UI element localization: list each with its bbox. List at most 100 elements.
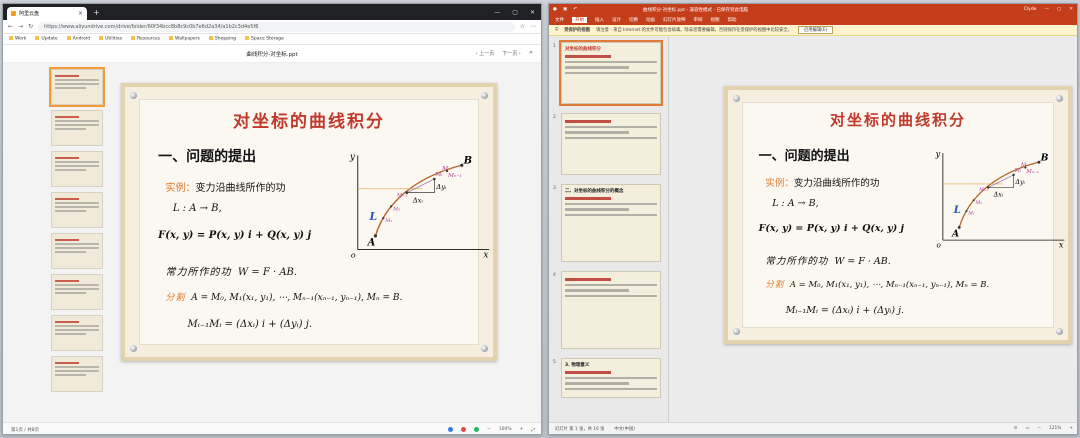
- viewer-status-bar: 第1页 / 共8页 − 100% + ⤢: [3, 422, 541, 434]
- close-window-icon[interactable]: ✕: [1069, 7, 1073, 12]
- thumb-line: [55, 333, 86, 335]
- prev-page-button[interactable]: ‹ 上一页: [476, 50, 495, 57]
- force-formula: F(x, y) = P(x, y) i + Q(x, y) j: [158, 230, 312, 242]
- maximize-icon[interactable]: ▢: [512, 9, 518, 16]
- language-indicator: 中文(中国): [614, 426, 635, 432]
- thumb-heading: 二、对坐标的曲线积分的概念: [565, 189, 624, 194]
- browser-tab[interactable]: 阿里云盘 ×: [7, 7, 87, 20]
- ribbon-tab[interactable]: 动画: [646, 17, 655, 23]
- thumb-heading: 3. 物理意义: [565, 363, 590, 368]
- ribbon-tab[interactable]: 开始: [572, 17, 587, 23]
- slide-thumbnail[interactable]: 3 二、对坐标的曲线积分的概念: [553, 184, 661, 262]
- address-bar-row: ← → ↻ https://www.aliyundrive.com/drive/…: [3, 20, 541, 34]
- ribbon-tab[interactable]: 审阅: [694, 17, 703, 23]
- zoom-out-icon[interactable]: −: [487, 427, 491, 432]
- label-b: B: [1040, 152, 1049, 163]
- ribbon-tab[interactable]: 切换: [629, 17, 638, 23]
- page-thumbnail[interactable]: [51, 192, 103, 228]
- maximize-icon[interactable]: ▢: [1057, 7, 1061, 12]
- pin-icon: [481, 92, 488, 99]
- ppt-title-bar: ● ▣ ↶ 曲线积分-对坐标.ppt - 兼容性模式 - 已保存到此电脑 Cly…: [549, 4, 1077, 15]
- close-tab-icon[interactable]: ×: [78, 10, 83, 17]
- ppt-slide-stage: 对坐标的曲线积分 一、问题的提出 实例：变力沿曲线所作的功 L : A → B,…: [669, 36, 1077, 424]
- page-thumbnail[interactable]: [51, 110, 103, 146]
- zoom-level: 121%: [1049, 426, 1062, 431]
- share-icon[interactable]: [473, 427, 479, 432]
- fullscreen-icon[interactable]: ⤢: [531, 427, 535, 433]
- user-name[interactable]: Clyde: [1024, 7, 1037, 12]
- page-thumbnail[interactable]: [51, 233, 103, 269]
- bookmark-item[interactable]: Update: [35, 36, 57, 42]
- record-icon[interactable]: [460, 427, 466, 432]
- label-m1: M₁: [967, 211, 975, 217]
- zoom-out-icon[interactable]: −: [1037, 426, 1041, 431]
- label-m-i: Mᵢ: [1014, 168, 1022, 174]
- ribbon-tab[interactable]: 设计: [612, 17, 621, 23]
- page-thumbnail[interactable]: [51, 315, 103, 351]
- bookmark-item[interactable]: Android: [67, 36, 90, 42]
- bookmark-item[interactable]: Shopping: [209, 36, 236, 42]
- autosave-icon[interactable]: ●: [553, 7, 557, 12]
- forward-icon[interactable]: →: [18, 23, 23, 30]
- close-window-icon[interactable]: ✕: [530, 9, 535, 16]
- ribbon-tab[interactable]: 帮助: [728, 17, 737, 23]
- vector-formula: Mᵢ₋₁Mᵢ = (Δxᵢ) i + (Δyᵢ) j.: [187, 319, 313, 331]
- curve-graph: x y o A B L Δyᵢ Δxᵢ Mᵢ Mᵢ₋₁ Mₙ₋₁ M M₁ M₂: [349, 152, 490, 260]
- point-m2: [389, 204, 393, 208]
- menu-icon[interactable]: ⋯: [530, 23, 536, 30]
- save-icon[interactable]: ▣: [563, 7, 567, 12]
- minimize-icon[interactable]: —: [494, 9, 500, 16]
- slide-thumbnail[interactable]: 4: [553, 271, 661, 349]
- new-tab-icon[interactable]: +: [93, 8, 100, 17]
- bookmark-item[interactable]: Utilities: [99, 36, 122, 42]
- slide-thumbnail[interactable]: 2: [553, 113, 661, 175]
- work-label: 常力所作的功: [165, 266, 232, 278]
- label-dy: Δyᵢ: [435, 182, 447, 190]
- bookmark-item[interactable]: Resources: [131, 36, 160, 42]
- page-thumbnail[interactable]: [49, 67, 105, 107]
- thumb-line: [55, 325, 99, 327]
- minimize-icon[interactable]: —: [1044, 7, 1049, 12]
- work-label: 常力所作的功: [765, 255, 829, 267]
- document-viewer: 对坐标的曲线积分 一、问题的提出 实例：变力沿曲线所作的功 L : A → B,…: [3, 63, 541, 434]
- thumb-line: [565, 294, 657, 297]
- slide-thumbnail[interactable]: 1 对坐标的曲线积分: [553, 40, 663, 106]
- page-thumbnail[interactable]: [51, 151, 103, 187]
- browser-tab-title: 阿里云盘: [19, 11, 40, 17]
- undo-icon[interactable]: ↶: [573, 7, 577, 12]
- ribbon-tab[interactable]: 文件: [555, 17, 564, 23]
- enable-editing-button[interactable]: 启用编辑(E): [797, 26, 834, 34]
- thumb-line: [55, 288, 99, 290]
- label-dy: Δyᵢ: [1014, 179, 1025, 186]
- bookmark-item[interactable]: Wallpapers: [169, 36, 200, 42]
- label-m-n-1: Mₙ₋₁: [1025, 169, 1039, 175]
- url-input[interactable]: https://www.aliyundrive.com/drive/folder…: [38, 21, 515, 32]
- thumb-line: [565, 387, 657, 390]
- refresh-icon[interactable]: ↻: [28, 23, 33, 30]
- zoom-in-icon[interactable]: +: [520, 427, 524, 432]
- ribbon-tab[interactable]: 视图: [711, 17, 720, 23]
- fit-icon[interactable]: [447, 427, 453, 432]
- slide-thumbnail-pane: 1 对坐标的曲线积分 2 3 二、对坐标的曲线积分的概念 4 5 3. 物理意义: [549, 36, 669, 424]
- zoom-in-icon[interactable]: +: [1069, 426, 1073, 431]
- notes-icon[interactable]: ≡: [1014, 426, 1018, 431]
- thumb-number: 3: [553, 186, 556, 191]
- cloud-drive-icon: [11, 11, 16, 16]
- thumb-number: 2: [553, 115, 556, 120]
- normal-view-icon[interactable]: ▭: [1025, 426, 1029, 431]
- next-page-button[interactable]: 下一页 ›: [502, 50, 521, 57]
- work-line: 常力所作的功 W = F · AB.: [765, 253, 890, 267]
- back-icon[interactable]: ←: [8, 23, 13, 30]
- ribbon-tab[interactable]: 插入: [595, 17, 604, 23]
- slide-thumbnail[interactable]: 5 3. 物理意义: [553, 358, 661, 398]
- page-thumbnail[interactable]: [51, 274, 103, 310]
- partition-formula: A = M₀, M₁(x₁, y₁), ⋯, Mₙ₋₁(xₙ₋₁, yₙ₋₁),…: [191, 292, 403, 303]
- star-icon[interactable]: ☆: [520, 23, 525, 30]
- vector-line: Mᵢ₋₁Mᵢ = (Δxᵢ) i + (Δyᵢ) j.: [188, 319, 312, 330]
- ribbon-tab[interactable]: 幻灯片放映: [663, 17, 686, 23]
- pin-icon: [130, 345, 137, 352]
- bookmark-item[interactable]: Work: [9, 36, 26, 42]
- page-thumbnail[interactable]: [51, 356, 103, 392]
- close-viewer-icon[interactable]: ✕: [529, 50, 533, 57]
- bookmark-item[interactable]: Space Storage: [245, 36, 284, 42]
